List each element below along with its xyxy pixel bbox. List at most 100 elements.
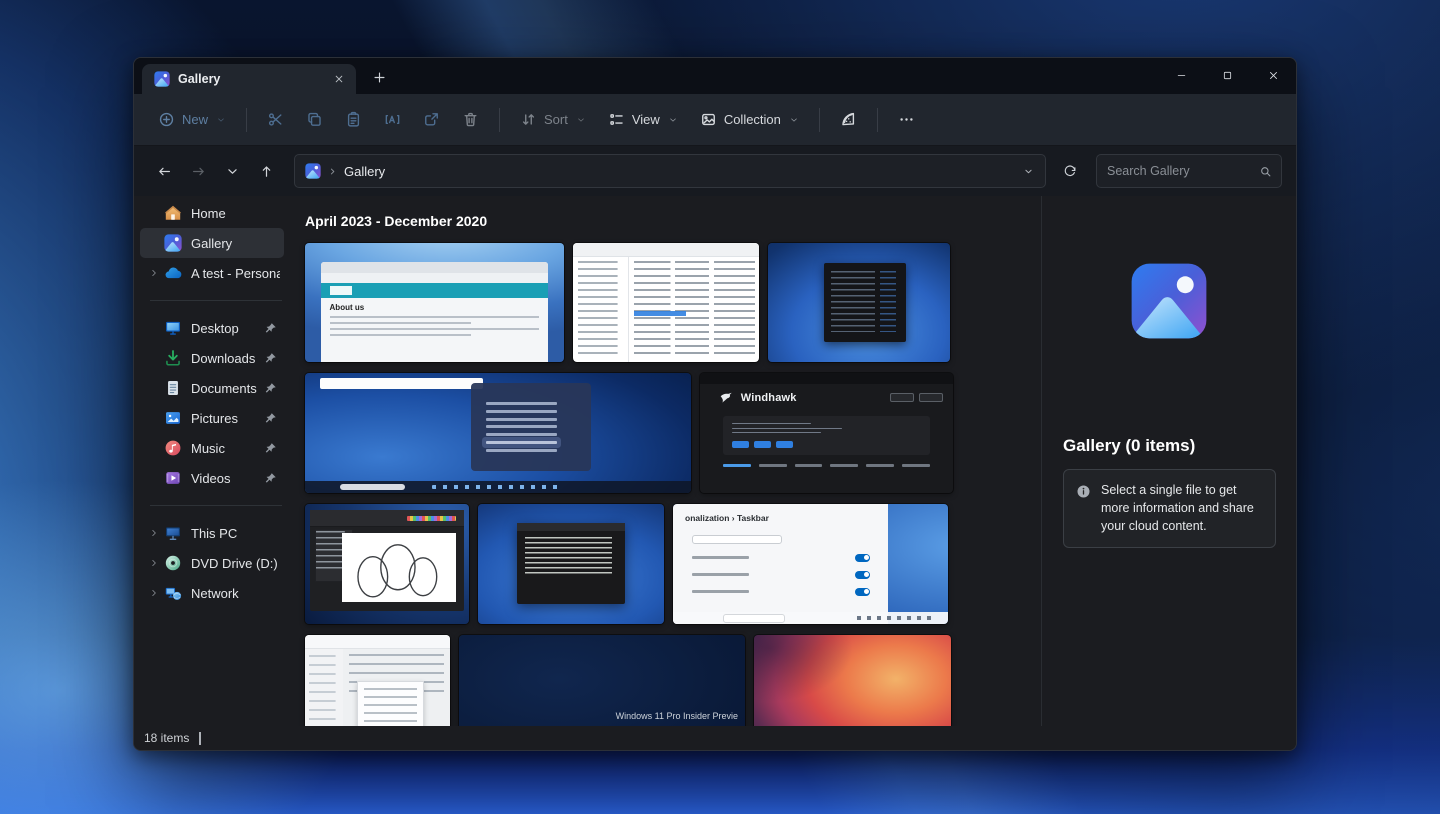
sidebar-item-pictures[interactable]: Pictures bbox=[140, 403, 284, 433]
sidebar-separator bbox=[150, 300, 282, 301]
tab-title: Gallery bbox=[178, 72, 320, 86]
scissors-icon bbox=[267, 111, 284, 128]
up-button[interactable] bbox=[250, 155, 282, 187]
thumbnail-browser-about[interactable]: About us bbox=[305, 243, 564, 362]
paste-button[interactable] bbox=[335, 102, 372, 138]
toolbar-separator bbox=[246, 108, 247, 132]
sort-button[interactable]: Sort bbox=[510, 102, 596, 138]
address-dropdown-button[interactable] bbox=[1015, 158, 1041, 184]
thumbnail-red-bloom[interactable] bbox=[754, 635, 951, 726]
plus-circle-icon bbox=[158, 111, 175, 128]
tab-close-button[interactable] bbox=[328, 68, 350, 90]
cut-button[interactable] bbox=[257, 102, 294, 138]
pin-icon[interactable] bbox=[262, 412, 278, 425]
chevron-down-icon bbox=[789, 115, 799, 125]
tab-gallery[interactable]: Gallery bbox=[142, 64, 356, 94]
thumbnail-settings-taskbar[interactable]: onalization › Taskbar bbox=[673, 504, 948, 624]
refresh-button[interactable] bbox=[1054, 155, 1086, 187]
pizza-button[interactable] bbox=[830, 102, 867, 138]
sidebar-item-network[interactable]: Network bbox=[140, 578, 284, 608]
chevron-down-icon bbox=[216, 115, 226, 125]
pin-icon[interactable] bbox=[262, 322, 278, 335]
sidebar-item-gallery[interactable]: Gallery bbox=[140, 228, 284, 258]
desktop: { "desktop": { "wallpaper": "windows-11-… bbox=[0, 0, 1440, 814]
info-text: Select a single file to get more informa… bbox=[1101, 482, 1263, 535]
forward-button[interactable] bbox=[182, 155, 214, 187]
delete-button[interactable] bbox=[452, 102, 489, 138]
sidebar-item-label: Downloads bbox=[191, 351, 262, 366]
sidebar-item-label: This PC bbox=[191, 526, 280, 541]
music-icon bbox=[164, 439, 182, 457]
sidebar-item-music[interactable]: Music bbox=[140, 433, 284, 463]
items-count: 18 items bbox=[144, 731, 189, 745]
rename-icon bbox=[384, 111, 401, 128]
window-body: Home Gallery A test - Personal Desktop Downl… bbox=[134, 196, 1296, 726]
sidebar-item-downloads[interactable]: Downloads bbox=[140, 343, 284, 373]
sidebar-item-this-pc[interactable]: This PC bbox=[140, 518, 284, 548]
ellipsis-icon bbox=[898, 111, 915, 128]
maximize-button[interactable] bbox=[1204, 58, 1250, 92]
content-pane: April 2023 - December 2020 About usWindh… bbox=[288, 196, 1041, 726]
thumbnail-bloom-terminal[interactable] bbox=[478, 504, 664, 624]
info-icon bbox=[1076, 484, 1091, 499]
sidebar-item-label: Gallery bbox=[191, 236, 280, 251]
paste-icon bbox=[345, 111, 362, 128]
sidebar-item-desktop[interactable]: Desktop bbox=[140, 313, 284, 343]
thumbnail-desktop-context[interactable] bbox=[305, 373, 691, 493]
address-bar[interactable]: Gallery bbox=[294, 154, 1046, 188]
toolbar-separator bbox=[499, 108, 500, 132]
more-options-button[interactable] bbox=[888, 102, 925, 138]
thumbnail-bloom-dark-window[interactable] bbox=[768, 243, 950, 362]
gallery-icon bbox=[305, 163, 321, 179]
trash-icon bbox=[462, 111, 479, 128]
sidebar-item-label: Music bbox=[191, 441, 262, 456]
collection-icon bbox=[700, 111, 717, 128]
pin-icon[interactable] bbox=[262, 442, 278, 455]
sidebar-item-dvd-drive-d-ccc[interactable]: DVD Drive (D:) CCC bbox=[140, 548, 284, 578]
share-button[interactable] bbox=[413, 102, 450, 138]
sidebar-item-label: Videos bbox=[191, 471, 262, 486]
address-bar-row: Gallery bbox=[134, 146, 1296, 196]
pin-icon[interactable] bbox=[262, 352, 278, 365]
sidebar-separator bbox=[150, 505, 282, 506]
recent-locations-button[interactable] bbox=[216, 155, 248, 187]
new-button[interactable]: New bbox=[148, 102, 236, 138]
chevron-right-icon[interactable] bbox=[144, 588, 164, 598]
sidebar-item-a-test-personal[interactable]: A test - Personal bbox=[140, 258, 284, 288]
thumbnail-row: onalization › Taskbar bbox=[305, 504, 1041, 624]
sidebar-item-home[interactable]: Home bbox=[140, 198, 284, 228]
tab-strip[interactable]: Gallery bbox=[134, 58, 1296, 94]
sidebar-item-documents[interactable]: Documents bbox=[140, 373, 284, 403]
thumbnail-insider-watermark[interactable]: Windows 11 Pro Insider Previe Evaluation… bbox=[459, 635, 745, 726]
status-divider bbox=[199, 732, 201, 745]
pin-icon[interactable] bbox=[262, 382, 278, 395]
gallery-icon bbox=[154, 71, 170, 87]
collection-button[interactable]: Collection bbox=[690, 102, 809, 138]
details-pane: Gallery (0 items) Select a single file t… bbox=[1041, 196, 1296, 726]
thumbnail-paint[interactable] bbox=[305, 504, 469, 624]
chevron-right-icon[interactable] bbox=[144, 558, 164, 568]
breadcrumb-item[interactable]: Gallery bbox=[344, 164, 385, 179]
pin-icon[interactable] bbox=[262, 472, 278, 485]
details-title: Gallery (0 items) bbox=[1063, 436, 1296, 456]
sidebar-item-videos[interactable]: Videos bbox=[140, 463, 284, 493]
desktop-icon bbox=[164, 319, 182, 337]
breadcrumb-chevron-icon bbox=[328, 167, 337, 176]
thumbnail-explorer-light[interactable] bbox=[305, 635, 450, 726]
chevron-right-icon[interactable] bbox=[144, 528, 164, 538]
sidebar-item-label: Documents bbox=[191, 381, 262, 396]
new-tab-button[interactable] bbox=[366, 64, 392, 90]
search-input[interactable] bbox=[1107, 164, 1253, 178]
rename-button[interactable] bbox=[374, 102, 411, 138]
copy-button[interactable] bbox=[296, 102, 333, 138]
chevron-right-icon[interactable] bbox=[144, 268, 164, 278]
share-icon bbox=[423, 111, 440, 128]
view-button[interactable]: View bbox=[598, 102, 688, 138]
thumbnail-registry[interactable] bbox=[573, 243, 759, 362]
close-button[interactable] bbox=[1250, 58, 1296, 92]
thumbnail-windhawk[interactable]: Windhawk bbox=[700, 373, 953, 493]
network-icon bbox=[164, 584, 182, 602]
back-button[interactable] bbox=[148, 155, 180, 187]
sidebar-item-label: DVD Drive (D:) CCC bbox=[191, 556, 280, 571]
minimize-button[interactable] bbox=[1158, 58, 1204, 92]
